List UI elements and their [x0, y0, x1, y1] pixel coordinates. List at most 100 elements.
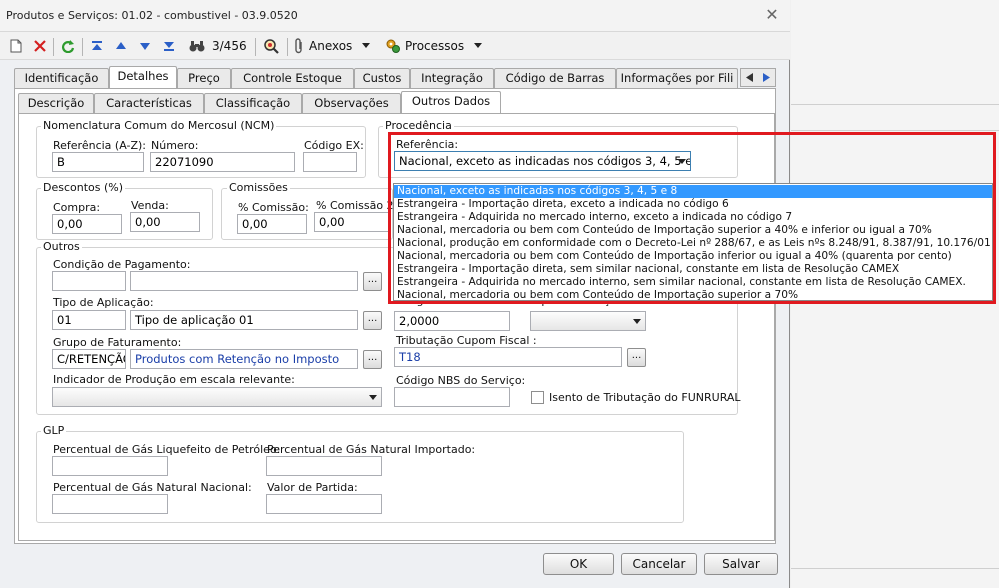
chevron-down-icon	[633, 319, 641, 324]
procedencia-ref-value: Nacional, exceto as indicadas nos código…	[399, 154, 691, 168]
tab-caracteristicas[interactable]: Características	[94, 93, 204, 113]
glp-group-title: GLP	[41, 424, 67, 437]
margem-bruta-input[interactable]: 2,0000	[394, 311, 510, 331]
anexos-label: Anexos	[309, 39, 353, 53]
tab-controle-estoque[interactable]: Controle Estoque	[231, 68, 354, 88]
processos-menu-button[interactable]: Processos	[385, 35, 485, 57]
tipo-aplicacao-label: Tipo de Aplicação:	[53, 296, 154, 309]
ncm-ref-label: Referência (A-Z):	[53, 139, 146, 152]
gas-natural-nacional-label: Percentual de Gás Natural Nacional:	[53, 481, 252, 494]
tab-detalhes[interactable]: Detalhes	[109, 66, 177, 88]
gas-natural-importado-input[interactable]	[266, 456, 382, 476]
procedencia-option[interactable]: Estrangeira - Adquirida no mercado inter…	[394, 211, 992, 224]
tributacao-cupom-browse-button[interactable]: ...	[627, 348, 646, 367]
comissao-1-input[interactable]: 0,00	[237, 214, 307, 234]
binoculars-icon[interactable]	[186, 35, 208, 57]
procedencia-option[interactable]: Estrangeira - Importação direta, exceto …	[394, 198, 992, 211]
chevron-down-icon	[362, 43, 371, 48]
new-record-icon[interactable]	[6, 35, 26, 57]
chevron-down-icon	[474, 43, 483, 48]
tab-integracao[interactable]: Integração	[410, 68, 494, 88]
procedencia-option[interactable]: Nacional, mercadoria ou bem com Conteúdo…	[394, 289, 992, 300]
grupo-faturamento-code-input[interactable]: C/RETENÇÃO	[52, 349, 126, 369]
anexos-menu-button[interactable]: Anexos	[293, 35, 381, 57]
tab-outros-dados[interactable]: Outros Dados	[401, 91, 501, 113]
tipo-servico-select[interactable]	[530, 311, 646, 331]
tipo-aplicacao-code-input[interactable]: 01	[52, 310, 126, 330]
compra-input[interactable]: 0,00	[52, 214, 122, 234]
condicao-pagamento-code-input[interactable]	[52, 271, 126, 291]
procedencia-dropdown-list: Nacional, exceto as indicadas nos código…	[393, 183, 993, 301]
valor-partida-input[interactable]	[266, 494, 382, 514]
toolbar: 3/456 Anexos Processos	[0, 32, 790, 60]
tab-preco[interactable]: Preço	[177, 68, 231, 88]
glp-input[interactable]	[52, 456, 168, 476]
tab-codigo-de-barras[interactable]: Código de Barras	[494, 68, 616, 88]
toolbar-separator	[53, 38, 54, 56]
codigo-nbs-label: Código NBS do Serviço:	[396, 374, 526, 387]
ncm-numero-input[interactable]: 22071090	[150, 152, 295, 172]
tipo-aplicacao-desc-input[interactable]: Tipo de aplicação 01	[130, 310, 358, 330]
cancel-button[interactable]: Cancelar	[621, 553, 697, 575]
condicao-pagamento-desc-input[interactable]	[130, 271, 358, 291]
procedencia-option[interactable]: Nacional, mercadoria ou bem com Conteúdo…	[394, 224, 992, 237]
procedencia-group-title: Procedência	[383, 119, 454, 132]
indicador-producao-select[interactable]	[52, 387, 382, 407]
funrural-checkbox[interactable]	[531, 391, 544, 404]
tab-identificacao[interactable]: Identificação	[14, 68, 109, 88]
grupo-faturamento-desc-input[interactable]: Produtos com Retenção no Imposto	[130, 349, 358, 369]
close-window-button[interactable]: ✕	[762, 5, 782, 25]
tab-informacoes-por-filial[interactable]: Informações por Fili	[616, 68, 738, 88]
glp-label: Percentual de Gás Liquefeito de Petróleo…	[53, 443, 281, 456]
tributacao-cupom-label: Tributação Cupom Fiscal :	[396, 334, 537, 347]
background-divider	[791, 130, 999, 131]
ncm-group-title: Nomenclatura Comum do Mercosul (NCM)	[41, 119, 277, 132]
procedencia-ref-select[interactable]: Nacional, exceto as indicadas nos código…	[394, 151, 691, 171]
venda-input[interactable]: 0,00	[130, 212, 200, 232]
next-record-icon[interactable]	[135, 35, 155, 57]
search-icon[interactable]	[260, 35, 282, 57]
codigo-ex-label: Código EX:	[304, 139, 364, 152]
grupo-faturamento-label: Grupo de Faturamento:	[53, 336, 182, 349]
gas-natural-importado-label: Percentual de Gás Natural Importado:	[267, 443, 476, 456]
tab-observacoes[interactable]: Observações	[302, 93, 401, 113]
venda-label: Venda:	[131, 199, 169, 212]
chevron-down-icon	[678, 159, 686, 164]
refresh-icon[interactable]	[58, 35, 78, 57]
ncm-ref-input[interactable]: B	[52, 152, 144, 172]
toolbar-separator	[287, 38, 288, 56]
tab-custos[interactable]: Custos	[354, 68, 410, 88]
tab-scroll-right-icon[interactable]	[763, 73, 770, 82]
procedencia-option[interactable]: Estrangeira - Importação direta, sem sim…	[394, 263, 992, 276]
comissao-2-input[interactable]: 0,00	[314, 212, 389, 232]
tributacao-cupom-input[interactable]: T18	[394, 347, 622, 367]
ok-button[interactable]: OK	[543, 553, 614, 575]
tab-strip-line	[14, 88, 776, 89]
first-record-icon[interactable]	[87, 35, 107, 57]
tab-scroll-left-icon[interactable]	[746, 73, 753, 82]
procedencia-option[interactable]: Nacional, exceto as indicadas nos código…	[394, 185, 992, 198]
procedencia-option[interactable]: Estrangeira - Adquirida no mercado inter…	[394, 276, 992, 289]
ncm-numero-label: Número:	[151, 139, 199, 152]
paperclip-icon	[295, 38, 302, 54]
window-title: Produtos e Serviços: 01.02 - combustivel…	[6, 9, 298, 22]
comissao-2-label: % Comissão 2:	[316, 199, 398, 212]
procedencia-option[interactable]: Nacional, mercadoria ou bem com Conteúdo…	[394, 250, 992, 263]
tab-classificacao[interactable]: Classificação	[204, 93, 302, 113]
outros-group-title: Outros	[41, 240, 82, 253]
previous-record-icon[interactable]	[111, 35, 131, 57]
delete-icon[interactable]	[30, 35, 50, 57]
last-record-icon[interactable]	[159, 35, 179, 57]
gas-natural-nacional-input[interactable]	[52, 494, 168, 514]
grupo-faturamento-browse-button[interactable]: ...	[363, 350, 382, 369]
codigo-nbs-input[interactable]	[394, 387, 510, 407]
background-divider	[791, 568, 999, 569]
codigo-ex-input[interactable]	[303, 152, 357, 172]
record-counter: 3/456	[212, 39, 247, 53]
sub-tab-strip-line	[18, 113, 775, 114]
tipo-aplicacao-browse-button[interactable]: ...	[363, 311, 382, 330]
tab-descricao[interactable]: Descrição	[18, 93, 94, 113]
procedencia-option[interactable]: Nacional, produção em conformidade com o…	[394, 237, 992, 250]
condicao-pagamento-browse-button[interactable]: ...	[363, 272, 382, 291]
save-button[interactable]: Salvar	[704, 553, 778, 575]
